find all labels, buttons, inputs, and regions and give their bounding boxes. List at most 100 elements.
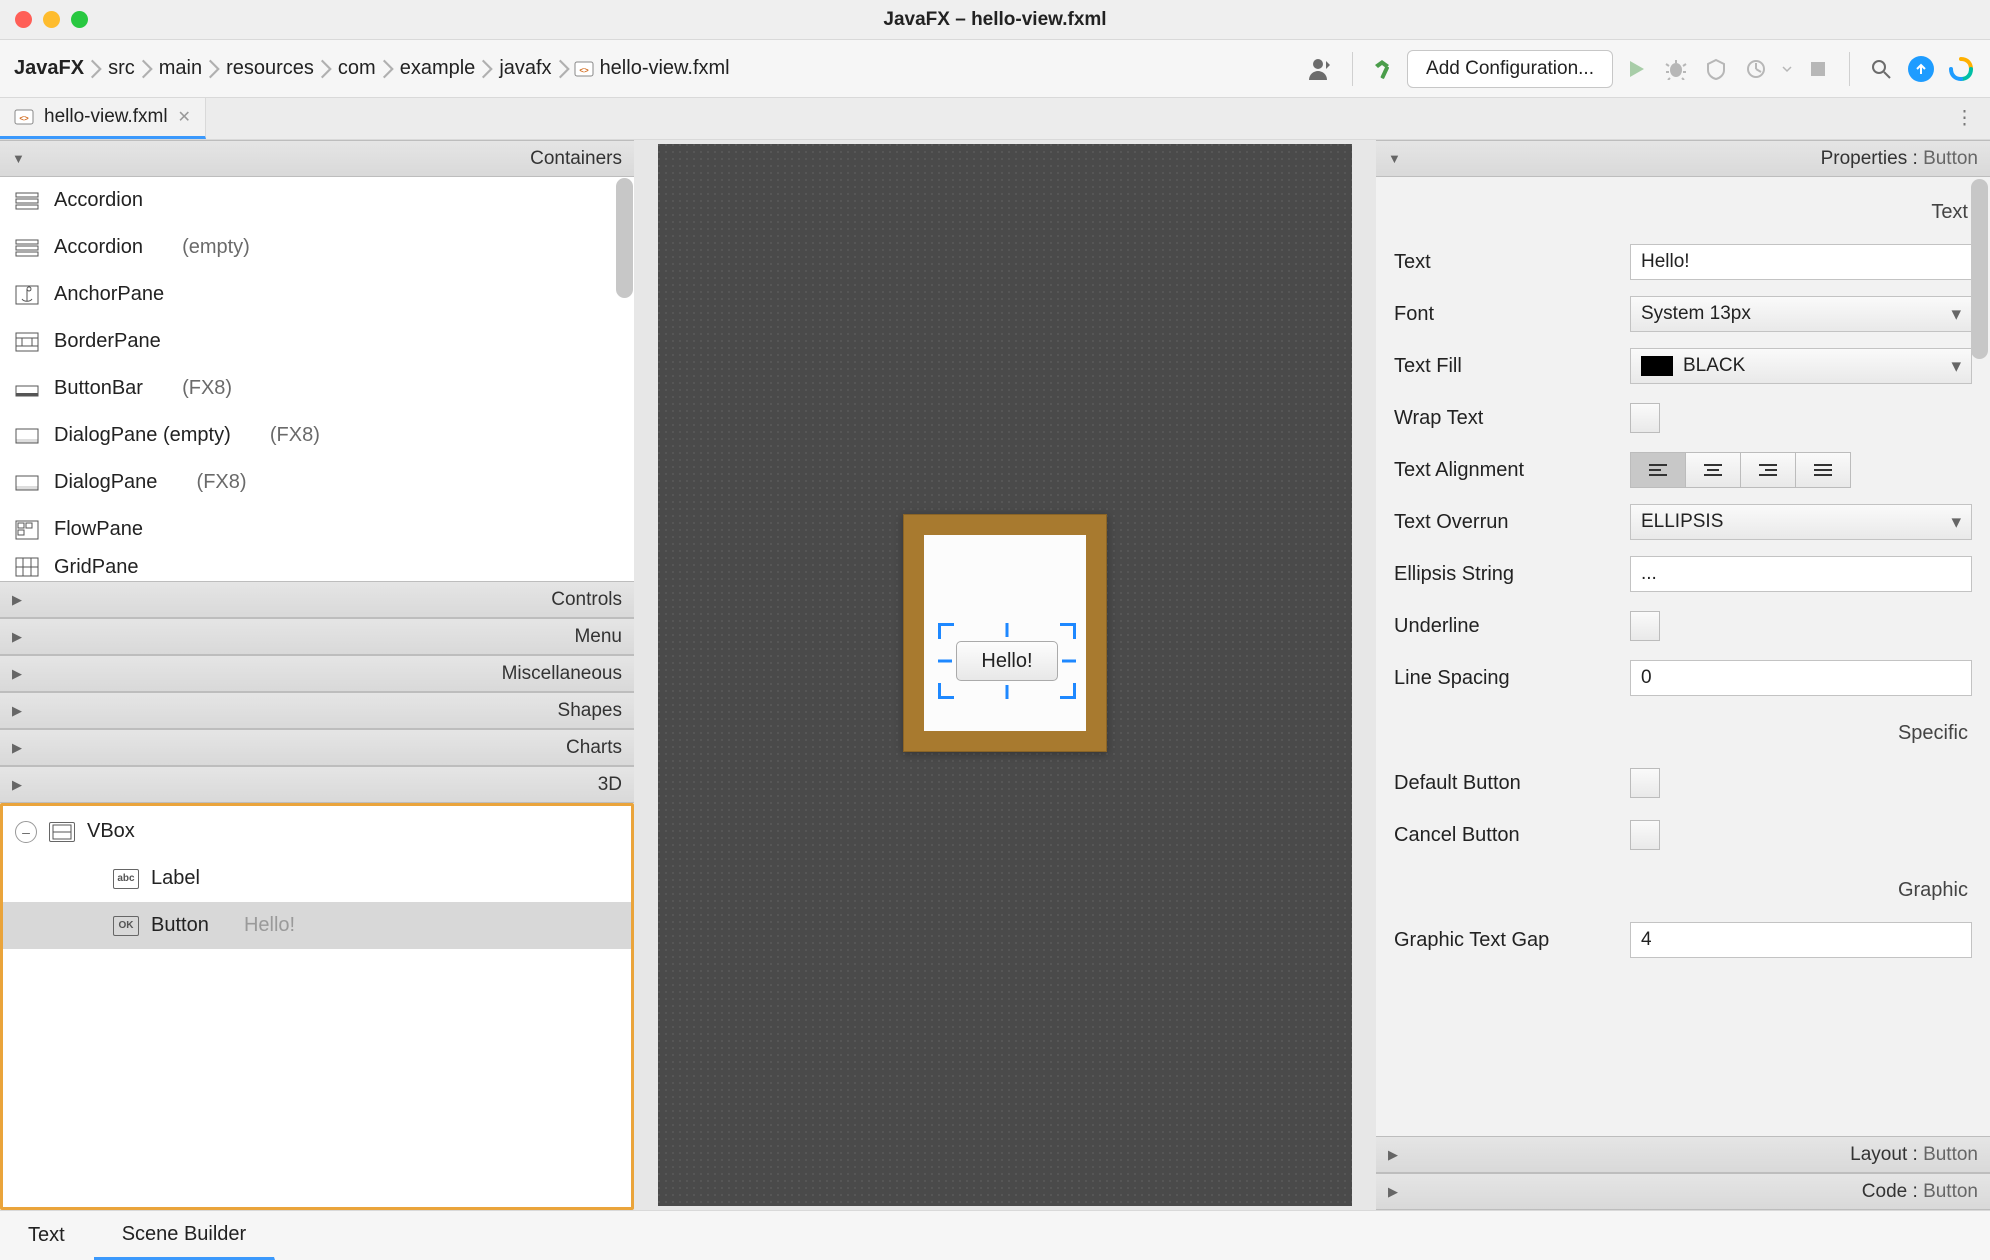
breadcrumb: JavaFX src main resources com example ja… <box>12 57 732 80</box>
vbox-preview[interactable]: Hello! <box>924 535 1086 731</box>
hierarchy-node-button[interactable]: OK Button Hello! <box>3 902 631 949</box>
collapse-toggle-icon[interactable]: – <box>15 821 37 843</box>
chevron-down-icon: ▾ <box>1951 511 1961 534</box>
code-header[interactable]: ▶ Code : Button <box>1376 1173 1990 1210</box>
resize-handle-icon[interactable] <box>1060 623 1076 639</box>
align-justify-button[interactable] <box>1795 452 1851 488</box>
graphic-text-gap-input[interactable]: 4 <box>1630 922 1972 958</box>
library-item[interactable]: DialogPane (FX8) <box>0 459 634 506</box>
underline-checkbox[interactable] <box>1630 611 1660 641</box>
close-tab-icon[interactable]: ✕ <box>178 107 191 127</box>
container-dialogpane-icon <box>14 472 40 494</box>
coverage-icon[interactable] <box>1699 52 1733 86</box>
group-graphic: Graphic <box>1394 861 1972 914</box>
hierarchy-node-label[interactable]: abc Label <box>3 855 631 902</box>
library-item[interactable]: BorderPane <box>0 318 634 365</box>
library-item[interactable]: ButtonBar (FX8) <box>0 365 634 412</box>
breadcrumb-item[interactable]: src <box>106 57 137 80</box>
group-text: Text <box>1394 183 1972 236</box>
user-icon[interactable] <box>1304 52 1338 86</box>
breadcrumb-item[interactable]: main <box>157 57 204 80</box>
minimize-window-button[interactable] <box>43 11 60 28</box>
align-right-button[interactable] <box>1740 452 1796 488</box>
library-item[interactable]: AnchorPane <box>0 271 634 318</box>
text-overrun-selector[interactable]: ELLIPSIS▾ <box>1630 504 1972 540</box>
maximize-window-button[interactable] <box>71 11 88 28</box>
breadcrumb-item[interactable]: javafx <box>497 57 553 80</box>
library-3d-header[interactable]: ▶3D <box>0 766 634 803</box>
breadcrumb-item[interactable]: example <box>398 57 478 80</box>
library-item[interactable]: DialogPane (empty) (FX8) <box>0 412 634 459</box>
editor-tab-active[interactable]: <> hello-view.fxml ✕ <box>0 98 206 139</box>
container-gridpane-icon <box>14 556 40 578</box>
window-titlebar: JavaFX – hello-view.fxml <box>0 0 1990 40</box>
debug-bug-icon[interactable] <box>1659 52 1693 86</box>
library-shapes-header[interactable]: ▶Shapes <box>0 692 634 729</box>
scrollbar[interactable] <box>616 178 633 298</box>
resize-handle-icon[interactable] <box>1006 685 1009 699</box>
library-menu-header[interactable]: ▶Menu <box>0 618 634 655</box>
root-container-preview[interactable]: Hello! <box>903 514 1107 752</box>
library-item[interactable]: FlowPane <box>0 506 634 553</box>
run-config-selector[interactable]: Add Configuration... <box>1407 50 1613 88</box>
breadcrumb-item[interactable]: com <box>336 57 378 80</box>
default-button-checkbox[interactable] <box>1630 768 1660 798</box>
layout-header[interactable]: ▶ Layout : Button <box>1376 1136 1990 1173</box>
wrap-text-checkbox[interactable] <box>1630 403 1660 433</box>
tab-scene-builder[interactable]: Scene Builder <box>94 1211 276 1260</box>
window-controls <box>0 11 88 28</box>
tab-options-icon[interactable]: ⋮ <box>1939 98 1990 139</box>
library-item[interactable]: Accordion (empty) <box>0 224 634 271</box>
resize-handle-icon[interactable] <box>938 683 954 699</box>
cancel-button-checkbox[interactable] <box>1630 820 1660 850</box>
stop-icon[interactable] <box>1801 52 1835 86</box>
resize-handle-icon[interactable] <box>1060 683 1076 699</box>
properties-header[interactable]: ▼ Properties : Button <box>1376 140 1990 177</box>
breadcrumb-item[interactable]: resources <box>224 57 316 80</box>
text-input[interactable]: Hello! <box>1630 244 1972 280</box>
library-containers-header[interactable]: ▼ Containers <box>0 140 634 177</box>
library-charts-header[interactable]: ▶Charts <box>0 729 634 766</box>
resize-handle-icon[interactable] <box>938 660 952 663</box>
fxml-file-icon: <> <box>574 59 594 79</box>
design-canvas[interactable]: Hello! <box>658 144 1352 1206</box>
text-align-toggle <box>1630 452 1972 488</box>
sync-upload-icon[interactable] <box>1904 52 1938 86</box>
library-containers-list: Accordion Accordion (empty) AnchorPane B… <box>0 177 634 581</box>
text-fill-selector[interactable]: BLACK▾ <box>1630 348 1972 384</box>
line-spacing-input[interactable]: 0 <box>1630 660 1972 696</box>
ide-logo-icon[interactable] <box>1944 52 1978 86</box>
ellipsis-input[interactable]: ... <box>1630 556 1972 592</box>
run-play-icon[interactable] <box>1619 52 1653 86</box>
align-center-button[interactable] <box>1685 452 1741 488</box>
build-hammer-icon[interactable] <box>1367 52 1401 86</box>
resize-handle-icon[interactable] <box>1006 623 1009 637</box>
library-controls-header[interactable]: ▶Controls <box>0 581 634 618</box>
chevron-down-icon[interactable] <box>1779 52 1795 86</box>
font-selector[interactable]: System 13px▾ <box>1630 296 1972 332</box>
breadcrumb-project[interactable]: JavaFX <box>12 57 86 80</box>
breadcrumb-file[interactable]: hello-view.fxml <box>598 57 732 80</box>
vbox-icon <box>49 822 75 842</box>
editor-tab-label: hello-view.fxml <box>44 106 168 128</box>
chevron-right-icon <box>481 59 493 79</box>
resize-handle-icon[interactable] <box>1062 660 1076 663</box>
library-item[interactable]: Accordion <box>0 177 634 224</box>
chevron-right-icon <box>320 59 332 79</box>
profiler-icon[interactable] <box>1739 52 1773 86</box>
align-left-button[interactable] <box>1630 452 1686 488</box>
library-misc-header[interactable]: ▶Miscellaneous <box>0 655 634 692</box>
tab-text-view[interactable]: Text <box>0 1211 94 1260</box>
hierarchy-node-vbox[interactable]: – VBox <box>3 808 631 855</box>
design-canvas-wrap: Hello! <box>640 140 1370 1210</box>
library-item[interactable]: GridPane <box>0 553 634 581</box>
svg-text:<>: <> <box>19 114 29 123</box>
scrollbar[interactable] <box>1971 179 1988 359</box>
run-config-label: Add Configuration... <box>1426 58 1594 80</box>
resize-handle-icon[interactable] <box>938 623 954 639</box>
selected-button-preview[interactable]: Hello! <box>956 641 1058 681</box>
label-icon: abc <box>113 869 139 889</box>
close-window-button[interactable] <box>15 11 32 28</box>
search-icon[interactable] <box>1864 52 1898 86</box>
container-accordion-icon <box>14 237 40 259</box>
